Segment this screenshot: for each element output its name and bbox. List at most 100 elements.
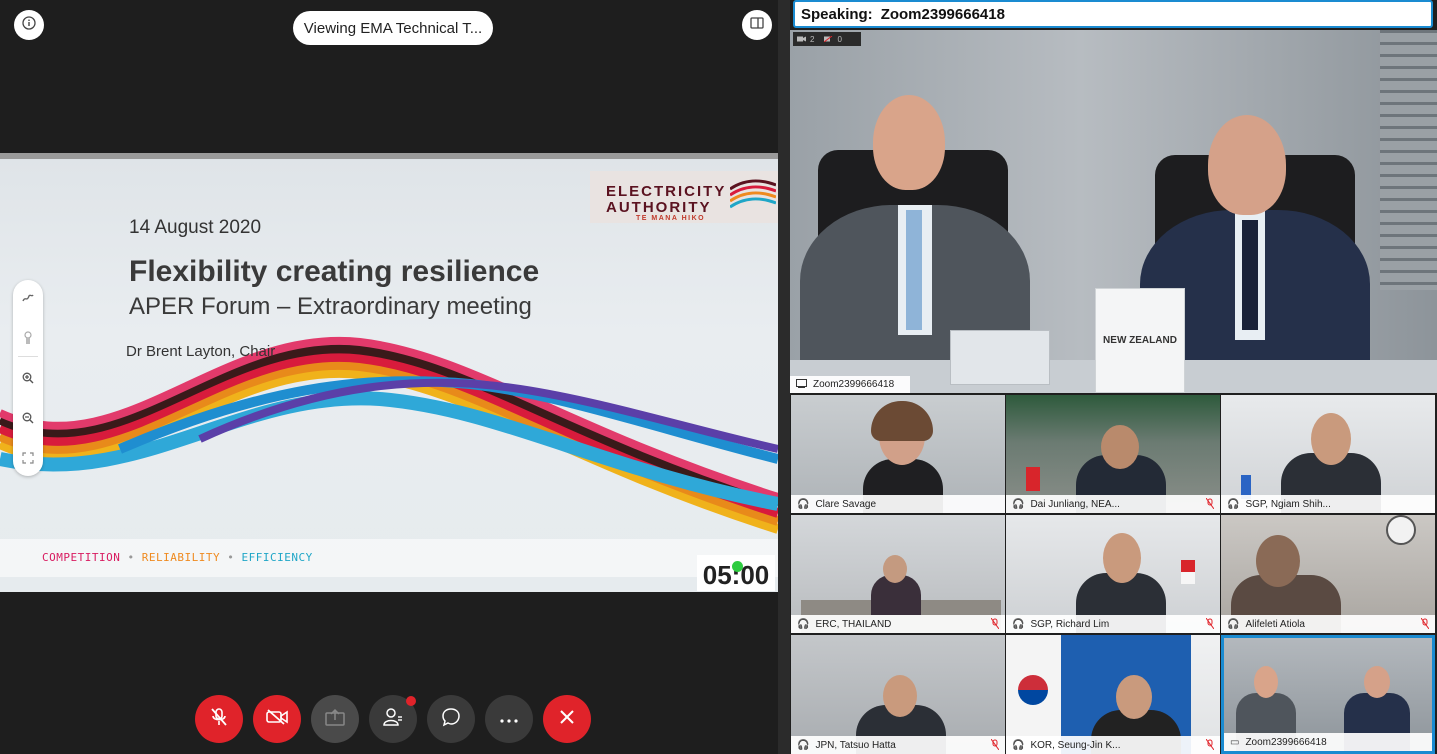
participant-head [1116, 675, 1152, 719]
flag-singapore-top [1181, 560, 1195, 572]
speaking-label: Speaking: [801, 5, 873, 23]
electricity-authority-logo: ELECTRICITY AUTHORITY TE MANA HIKO [590, 171, 778, 223]
muted-mic-icon [1205, 617, 1216, 630]
chat-button[interactable] [427, 695, 475, 743]
tile-label: 🎧 KOR, Seung-Jin K... [1006, 736, 1220, 754]
laser-pointer-icon[interactable] [18, 328, 38, 348]
participant-counts: 2 0 [793, 32, 861, 46]
participant-head [883, 555, 907, 583]
participant-head [1256, 535, 1300, 587]
tile-label: 🎧 Alifeleti Atiola [1221, 615, 1435, 633]
tile-label: 🎧 Clare Savage [791, 495, 1005, 513]
muted-count: 0 [837, 34, 842, 44]
participant-tile[interactable]: 🎧 Dai Junliang, NEA... [1006, 395, 1220, 513]
headphones-icon: 🎧 [797, 618, 810, 630]
ribbon-graphic [0, 336, 778, 534]
video-count: 2 [810, 34, 815, 44]
wall-clock-icon [1386, 515, 1416, 545]
headphones-icon: 🎧 [1227, 618, 1240, 630]
headphones-icon: 🎧 [1227, 498, 1240, 510]
chat-bubble-icon [441, 707, 461, 732]
participant-tile[interactable]: 🎧 SGP, Ngiam Shih... [1221, 395, 1435, 513]
participant-tile-self[interactable]: ▭ Zoom2399666418 [1221, 635, 1435, 754]
participant-name: Zoom2399666418 [1245, 736, 1327, 748]
active-speaker-name: Zoom2399666418 [813, 379, 895, 390]
zoom-in-icon[interactable] [18, 368, 38, 388]
pane-divider[interactable] [778, 0, 790, 754]
footer-competition: COMPETITION [42, 551, 121, 564]
share-indicator-icon: ▭ [1230, 736, 1240, 748]
participant-name: SGP, Richard Lim [1030, 618, 1110, 630]
participant-name: Alifeleti Atiola [1245, 618, 1305, 630]
participant-head [1254, 666, 1278, 698]
laptop [950, 330, 1050, 385]
slide-title: Flexibility creating resilience [129, 255, 540, 288]
pen-icon[interactable] [18, 288, 38, 308]
tile-label: 🎧 ERC, THAILAND [791, 615, 1005, 633]
muted-mic-icon [1205, 738, 1216, 751]
microphone-off-icon [210, 707, 228, 732]
headphones-icon: 🎧 [1012, 739, 1025, 751]
layout-toggle-button[interactable] [742, 10, 772, 40]
participant-tile[interactable]: 🎧 Alifeleti Atiola [1221, 515, 1435, 633]
participant-name: ERC, THAILAND [815, 618, 892, 630]
zoom-out-icon[interactable] [18, 408, 38, 428]
logo-text-line3: TE MANA HIKO [636, 215, 706, 222]
info-icon [22, 15, 36, 35]
video-count-icon [797, 35, 806, 44]
participant-head [1311, 413, 1351, 465]
active-speaker-label: Zoom2399666418 [790, 376, 910, 393]
leave-meeting-button[interactable] [543, 695, 591, 743]
share-button[interactable] [311, 695, 359, 743]
ellipsis-icon [500, 710, 518, 728]
participant-name: Dai Junliang, NEA... [1030, 498, 1120, 510]
headphones-icon: 🎧 [1012, 498, 1025, 510]
footer-reliability: RELIABILITY [141, 551, 221, 564]
participant-tile[interactable]: 🎧 JPN, Tatsuo Hatta [791, 635, 1005, 754]
speaking-indicator: Speaking: Zoom2399666418 [793, 0, 1433, 28]
split-view-icon [750, 16, 764, 34]
footer-efficiency: EFFICIENCY [241, 551, 313, 564]
footer-separator: • [127, 551, 135, 564]
muted-mic-icon [1205, 497, 1216, 510]
tile-label: ▭ Zoom2399666418 [1224, 733, 1432, 751]
toolbar-divider [18, 356, 38, 357]
slide-subtitle: APER Forum – Extraordinary meeting [129, 293, 532, 320]
participant-head [1364, 666, 1390, 698]
participant-name: Clare Savage [815, 498, 877, 510]
footer-separator: • [227, 551, 235, 564]
slide-date: 14 August 2020 [129, 217, 262, 238]
close-icon [559, 709, 575, 730]
video-button[interactable] [253, 695, 301, 743]
tile-label: 🎧 Dai Junliang, NEA... [1006, 495, 1220, 513]
taegeuk-icon [1018, 675, 1048, 705]
timer-play-icon[interactable] [732, 561, 743, 572]
tile-label: 🎧 SGP, Ngiam Shih... [1221, 495, 1435, 513]
participant-name: JPN, Tatsuo Hatta [815, 739, 896, 751]
more-options-button[interactable] [485, 695, 533, 743]
share-indicator-icon [796, 378, 807, 391]
viewing-share-pill[interactable]: Viewing EMA Technical T... [293, 11, 493, 45]
annotation-toolbar [13, 280, 43, 476]
window-blinds [1380, 30, 1437, 290]
share-screen-icon [325, 708, 345, 731]
name-placard: NEW ZEALAND [1095, 288, 1185, 393]
fit-screen-icon[interactable] [18, 448, 38, 468]
logo-text-line2: AUTHORITY [606, 199, 712, 216]
muted-count-icon [824, 35, 833, 44]
active-speaker-video[interactable]: NEW ZEALAND Zoom2399666418 [790, 30, 1437, 393]
headphones-icon: 🎧 [1012, 618, 1025, 630]
muted-mic-icon [990, 738, 1001, 751]
participant-tile[interactable]: 🎧 ERC, THAILAND [791, 515, 1005, 633]
shared-slide: ELECTRICITY AUTHORITY TE MANA HIKO 14 Au… [0, 153, 778, 592]
participant-head [883, 675, 917, 717]
participant-tile[interactable]: 🎧 Clare Savage [791, 395, 1005, 513]
mute-button[interactable] [195, 695, 243, 743]
participant-hair [871, 401, 933, 441]
participant-name: SGP, Ngiam Shih... [1245, 498, 1331, 510]
info-button[interactable] [14, 10, 44, 40]
speaking-name: Zoom2399666418 [880, 5, 1005, 23]
participant-tile[interactable]: 🎧 KOR, Seung-Jin K... [1006, 635, 1220, 754]
participant-head [1103, 533, 1141, 583]
participant-tile[interactable]: 🎧 SGP, Richard Lim [1006, 515, 1220, 633]
